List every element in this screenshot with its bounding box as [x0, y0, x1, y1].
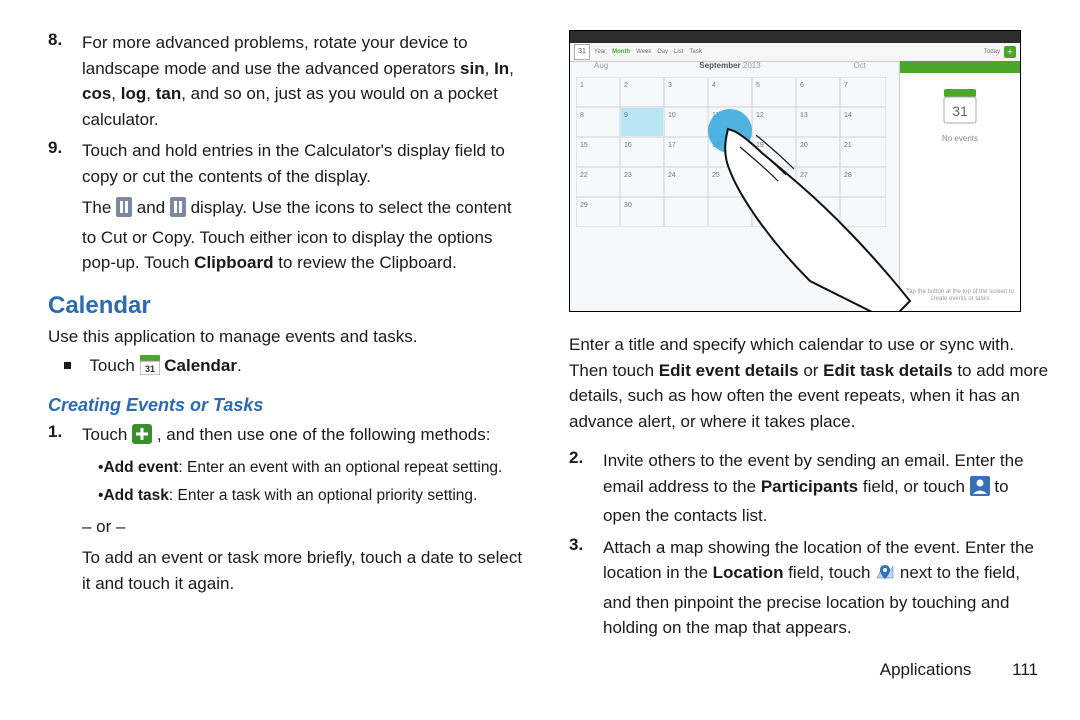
svg-text:30: 30 — [624, 202, 632, 209]
or-divider: – or – — [82, 514, 529, 540]
calendar-screenshot-figure: 31 Year Month Week Day List Task Today +… — [569, 30, 1021, 312]
step-number: 2. — [569, 448, 603, 529]
touch-calendar-line: Touch 31 Calendar. — [64, 353, 529, 383]
calendar-app-icon: 31 — [140, 355, 160, 383]
step-body: For more advanced problems, rotate your … — [82, 30, 529, 132]
svg-text:9: 9 — [624, 112, 628, 119]
prev-month: Aug — [594, 61, 608, 70]
tab-task: Task — [689, 49, 701, 55]
left-column: 8. For more advanced problems, rotate yo… — [48, 30, 529, 650]
svg-text:5: 5 — [756, 82, 760, 89]
svg-text:24: 24 — [668, 172, 676, 179]
map-pin-icon — [875, 562, 895, 590]
step-2: 2. Invite others to the event by sending… — [569, 448, 1050, 529]
step-body: Attach a map showing the location of the… — [603, 535, 1050, 641]
tab-day: Day — [657, 49, 668, 55]
bullet-add-task: Add task: Enter a task with an optional … — [98, 485, 529, 507]
svg-text:8: 8 — [580, 112, 584, 119]
current-month: September — [699, 61, 740, 70]
step-body: Touch , and then use one of the followin… — [82, 422, 529, 597]
hand-pointer-icon — [700, 101, 920, 312]
tab-week: Week — [636, 49, 651, 55]
svg-text:31: 31 — [952, 103, 968, 119]
heading-calendar: Calendar — [48, 292, 529, 320]
step-9: 9. Touch and hold entries in the Calcula… — [48, 138, 529, 189]
calendar-mini-icon: 31 — [574, 44, 590, 60]
svg-text:15: 15 — [580, 142, 588, 149]
step-1-alt: To add an event or task more briefly, to… — [82, 545, 529, 596]
svg-text:16: 16 — [624, 142, 632, 149]
calendar-intro: Use this application to manage events an… — [48, 324, 529, 350]
calendar-day-icon: 31 — [940, 87, 980, 127]
svg-text:6: 6 — [800, 82, 804, 89]
hint-text: Tap the button at the top of the screen … — [906, 289, 1014, 303]
svg-text:10: 10 — [668, 112, 676, 119]
svg-text:2: 2 — [624, 82, 628, 89]
tab-list: List — [674, 49, 683, 55]
page-content: 8. For more advanced problems, rotate yo… — [0, 0, 1080, 660]
tab-icon — [116, 197, 132, 225]
square-bullet-icon — [64, 362, 71, 369]
step-1: 1. Touch , and then use one of the follo… — [48, 422, 529, 597]
step-number: 3. — [569, 535, 603, 641]
step-number: 1. — [48, 422, 82, 597]
bullet-add-event: Add event: Enter an event with an option… — [98, 457, 529, 479]
right-p1: Enter a title and specify which calendar… — [569, 332, 1050, 434]
step-9-continued: The and display. Use the icons to select… — [82, 195, 529, 276]
today-label: Today — [984, 49, 1000, 55]
tab-month: Month — [612, 49, 630, 55]
step-3: 3. Attach a map showing the location of … — [569, 535, 1050, 641]
svg-text:31: 31 — [145, 364, 155, 374]
next-month: Oct — [854, 61, 866, 70]
right-column: 31 Year Month Week Day List Task Today +… — [569, 30, 1050, 650]
step-number: 8. — [48, 30, 82, 132]
heading-creating-events: Creating Events or Tasks — [48, 395, 529, 416]
plus-icon — [132, 424, 152, 452]
svg-text:29: 29 — [580, 202, 588, 209]
svg-text:23: 23 — [624, 172, 632, 179]
footer-page-number: 111 — [1012, 660, 1038, 680]
contact-icon — [970, 476, 990, 504]
svg-text:7: 7 — [844, 82, 848, 89]
svg-text:4: 4 — [712, 82, 716, 89]
tab-icon — [170, 197, 186, 225]
svg-text:17: 17 — [668, 142, 676, 149]
svg-text:1: 1 — [580, 82, 584, 89]
footer-section: Applications — [880, 660, 972, 679]
page-footer: Applications 111 — [0, 660, 1080, 680]
tab-year: Year — [594, 49, 606, 55]
step-number: 9. — [48, 138, 82, 189]
step-8: 8. For more advanced problems, rotate yo… — [48, 30, 529, 132]
svg-text:22: 22 — [580, 172, 588, 179]
svg-text:3: 3 — [668, 82, 672, 89]
step-body: Touch and hold entries in the Calculator… — [82, 138, 529, 189]
step-body: Invite others to the event by sending an… — [603, 448, 1050, 529]
